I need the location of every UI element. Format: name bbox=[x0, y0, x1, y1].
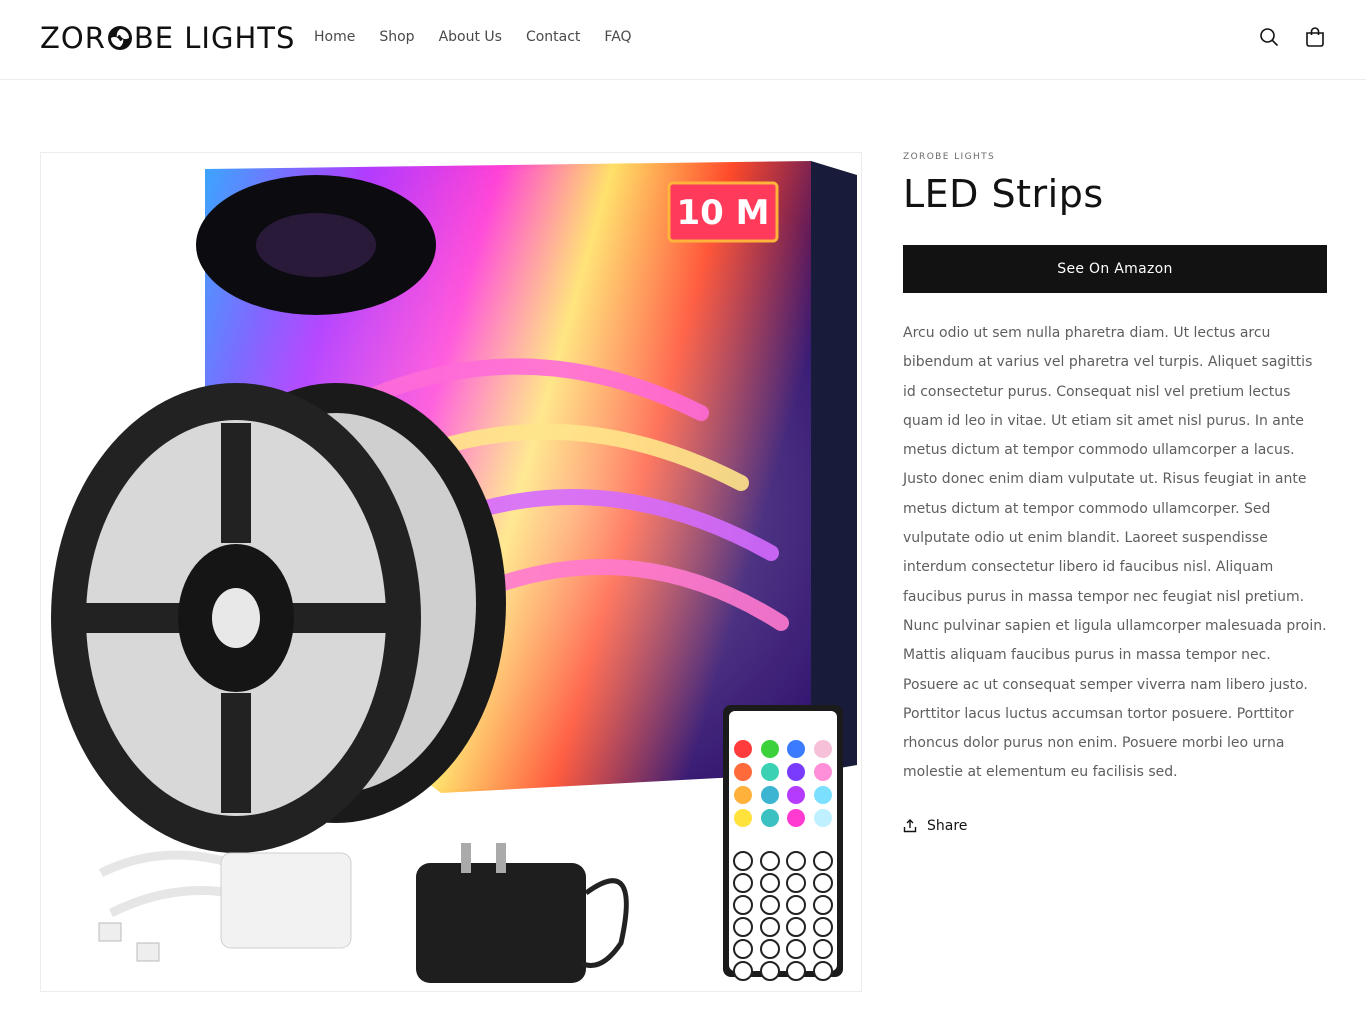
product-image[interactable]: 10 M bbox=[40, 152, 862, 992]
remote-function-key bbox=[786, 917, 806, 937]
remote-function-key bbox=[760, 961, 780, 981]
nav-about-us[interactable]: About Us bbox=[427, 27, 514, 47]
remote-function-key bbox=[733, 873, 753, 893]
remote-function-key bbox=[786, 961, 806, 981]
remote-color-key bbox=[761, 740, 779, 758]
product-vendor: ZOROBE LIGHTS bbox=[903, 152, 996, 162]
remote-function-key bbox=[813, 873, 833, 893]
remote-function-key bbox=[760, 895, 780, 915]
controller bbox=[98, 850, 352, 962]
remote-function-key bbox=[786, 895, 806, 915]
badge-text: 10 M bbox=[677, 193, 770, 233]
remote-color-key bbox=[787, 763, 805, 781]
share-icon bbox=[903, 818, 917, 832]
remote-color-key bbox=[734, 740, 752, 758]
nav-contact[interactable]: Contact bbox=[514, 27, 592, 47]
remote-function-key bbox=[813, 917, 833, 937]
share-label: Share bbox=[927, 817, 968, 834]
remote-function-key bbox=[786, 873, 806, 893]
remote-color-key bbox=[814, 740, 832, 758]
remote-function-key bbox=[760, 939, 780, 959]
remote-color-key bbox=[761, 763, 779, 781]
product-photo: 10 M bbox=[51, 161, 857, 983]
remote-color-key bbox=[787, 786, 805, 804]
remote-function-key bbox=[733, 961, 753, 981]
remote-control bbox=[723, 705, 843, 981]
remote-function-key bbox=[760, 873, 780, 893]
logo-text-left: ZOR bbox=[40, 21, 106, 55]
remote-function-key bbox=[813, 851, 833, 871]
nav-home[interactable]: Home bbox=[302, 27, 367, 47]
product-description: Arcu odio ut sem nulla pharetra diam. Ut… bbox=[903, 325, 1327, 781]
nav-shop[interactable]: Shop bbox=[367, 27, 426, 47]
remote-color-key bbox=[814, 809, 832, 827]
remote-color-key bbox=[734, 809, 752, 827]
main-nav: Home Shop About Us Contact FAQ bbox=[302, 27, 644, 47]
nav-faq[interactable]: FAQ bbox=[592, 27, 643, 47]
cart-icon[interactable] bbox=[1302, 24, 1328, 50]
remote-function-key bbox=[760, 917, 780, 937]
remote-color-key bbox=[761, 786, 779, 804]
remote-function-key bbox=[733, 895, 753, 915]
remote-function-key bbox=[760, 851, 780, 871]
remote-function-key bbox=[786, 851, 806, 871]
product-info: ZOROBE LIGHTS LED Strips See On Amazon A… bbox=[903, 152, 1327, 834]
remote-color-key bbox=[814, 786, 832, 804]
remote-function-key bbox=[733, 939, 753, 959]
share-button[interactable]: Share bbox=[903, 818, 1327, 834]
reel-front bbox=[51, 383, 421, 853]
see-on-amazon-button[interactable]: See On Amazon bbox=[903, 245, 1327, 293]
remote-color-key bbox=[734, 786, 752, 804]
header-icons bbox=[1256, 24, 1328, 50]
product-title: LED Strips bbox=[903, 172, 1104, 216]
remote-function-key bbox=[786, 939, 806, 959]
logo-swirl-icon bbox=[107, 26, 132, 50]
site-header: ZOR BE LIGHTS Home Shop About Us Contact… bbox=[0, 0, 1366, 80]
power-adapter bbox=[416, 843, 629, 983]
remote-function-key bbox=[813, 939, 833, 959]
brand-logo[interactable]: ZOR BE LIGHTS bbox=[40, 18, 295, 58]
remote-color-key bbox=[734, 763, 752, 781]
remote-function-key bbox=[733, 917, 753, 937]
remote-function-key bbox=[813, 961, 833, 981]
search-icon[interactable] bbox=[1256, 24, 1282, 50]
remote-function-key bbox=[813, 895, 833, 915]
logo-text-right: BE LIGHTS bbox=[133, 21, 296, 55]
remote-color-key bbox=[814, 763, 832, 781]
remote-color-key bbox=[761, 809, 779, 827]
remote-color-key bbox=[787, 809, 805, 827]
remote-function-key bbox=[733, 851, 753, 871]
remote-color-key bbox=[787, 740, 805, 758]
